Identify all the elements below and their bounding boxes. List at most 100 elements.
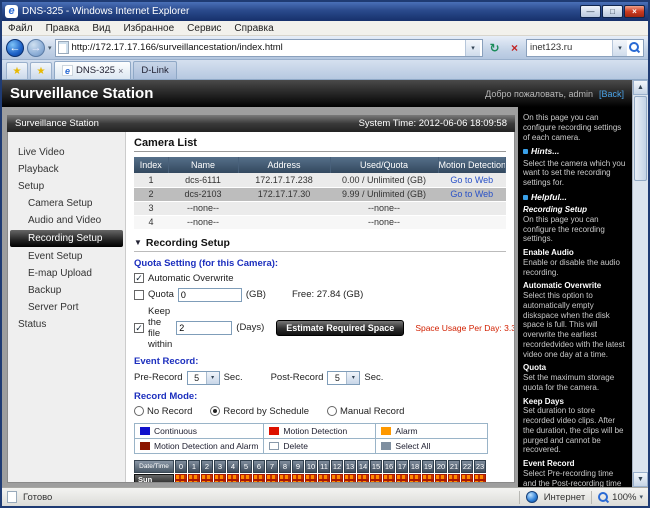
address-url[interactable]: http://172.17.17.166/surveillancestation… <box>72 42 462 53</box>
schedule-cell[interactable] <box>422 473 434 482</box>
schedule-cell[interactable] <box>266 473 278 482</box>
sidebar-item-live-video[interactable]: Live Video <box>10 144 123 161</box>
search-dropdown-icon[interactable]: ▾ <box>612 39 627 56</box>
search-input[interactable]: inet123.ru <box>530 42 610 53</box>
schedule-hour-header[interactable]: 9 <box>292 459 304 473</box>
schedule-cell[interactable] <box>383 473 395 482</box>
legend-item[interactable]: Motion Detection and Alarm <box>133 437 265 454</box>
keep-days-input[interactable] <box>176 320 233 335</box>
schedule-hour-header[interactable]: 14 <box>357 459 369 473</box>
schedule-cell[interactable] <box>409 473 421 482</box>
vertical-scrollbar[interactable]: ▲ ▼ <box>632 80 648 487</box>
quota-input[interactable] <box>177 287 242 302</box>
schedule-hour-header[interactable]: 10 <box>305 459 317 473</box>
schedule-hour-header[interactable]: 4 <box>227 459 239 473</box>
schedule-hour-header[interactable]: 23 <box>474 459 486 473</box>
zoom-dropdown-icon[interactable]: ▾ <box>639 493 643 501</box>
address-bar[interactable]: http://172.17.17.166/surveillancestation… <box>54 38 483 57</box>
back-button[interactable]: ← <box>6 38 24 57</box>
schedule-cell[interactable] <box>292 473 304 482</box>
schedule-cell[interactable] <box>279 473 291 482</box>
schedule-cell[interactable] <box>357 473 369 482</box>
history-dropdown-icon[interactable]: ▾ <box>48 44 52 52</box>
menu-item[interactable]: Сервис <box>187 23 221 34</box>
sidebar-item-camera-setup[interactable]: Camera Setup <box>10 195 123 212</box>
legend-item[interactable]: Delete <box>263 437 377 454</box>
schedule-cell[interactable] <box>461 473 473 482</box>
schedule-hour-header[interactable]: 15 <box>370 459 382 473</box>
sidebar-item-playback[interactable]: Playback <box>10 161 123 178</box>
record-mode-option[interactable]: No Record <box>134 406 192 417</box>
post-record-dropdown-icon[interactable]: ▾ <box>346 371 360 384</box>
schedule-cell[interactable] <box>214 473 226 482</box>
schedule-cell[interactable] <box>474 473 486 482</box>
schedule-cell[interactable] <box>175 473 187 482</box>
schedule-cell[interactable] <box>201 473 213 482</box>
schedule-hour-header[interactable]: 17 <box>396 459 408 473</box>
close-button[interactable]: × <box>624 5 645 18</box>
sidebar-item-audio-and-video[interactable]: Audio and Video <box>10 212 123 229</box>
schedule-cell[interactable] <box>448 473 460 482</box>
back-link[interactable]: [Back] <box>599 89 624 99</box>
schedule-hour-header[interactable]: 12 <box>331 459 343 473</box>
camera-row[interactable]: 4 --none-- --none-- <box>134 215 506 230</box>
schedule-grid[interactable]: Date/Time 0 1 2 3 4 5 6 7 8 9 10 11 12 13 14 15 16 17 18 19 2… <box>134 459 506 482</box>
schedule-hour-header[interactable]: 13 <box>344 459 356 473</box>
schedule-cell[interactable] <box>344 473 356 482</box>
quota-checkbox[interactable] <box>134 289 144 300</box>
schedule-hour-header[interactable]: 18 <box>409 459 421 473</box>
browser-tab[interactable]: e DNS-325 × <box>54 61 132 79</box>
schedule-hour-header[interactable]: 19 <box>422 459 434 473</box>
post-record-select[interactable]: 5 ▾ <box>327 370 361 385</box>
menu-item[interactable]: Файл <box>8 23 33 34</box>
add-favorite-icon[interactable]: ★ <box>30 62 52 79</box>
camera-row[interactable]: 1 dcs-6111 172.17.17.238 0.00 / Unlimited (… <box>134 173 506 188</box>
scroll-down-icon[interactable]: ▼ <box>633 472 648 487</box>
address-dropdown-icon[interactable]: ▾ <box>465 39 480 56</box>
schedule-day-label[interactable]: Sun <box>134 473 174 482</box>
schedule-hour-header[interactable]: 21 <box>448 459 460 473</box>
estimate-required-space-button[interactable]: Estimate Required Space <box>276 319 405 336</box>
sidebar-item-backup[interactable]: Backup <box>10 282 123 299</box>
schedule-cell[interactable] <box>331 473 343 482</box>
schedule-hour-header[interactable]: 5 <box>240 459 252 473</box>
schedule-cell[interactable] <box>253 473 265 482</box>
sidebar-item-e-map-upload[interactable]: E-map Upload <box>10 265 123 282</box>
schedule-hour-header[interactable]: 11 <box>318 459 330 473</box>
browser-tab[interactable]: D-Link <box>133 61 177 79</box>
schedule-cell[interactable] <box>305 473 317 482</box>
pre-record-select[interactable]: 5 ▾ <box>186 370 220 385</box>
schedule-hour-header[interactable]: 8 <box>279 459 291 473</box>
sidebar-item-recording-setup[interactable]: Recording Setup <box>10 230 123 247</box>
camera-row[interactable]: 2 dcs-2103 172.17.17.30 9.99 / Unlimited (G… <box>134 187 506 202</box>
tab-close-icon[interactable]: × <box>118 66 123 76</box>
legend-item[interactable]: Alarm <box>375 422 489 439</box>
scrollbar-thumb[interactable] <box>634 96 647 181</box>
schedule-cell[interactable] <box>188 473 200 482</box>
maximize-button[interactable]: □ <box>602 5 623 18</box>
keep-days-checkbox[interactable]: ✓ <box>134 322 144 333</box>
schedule-hour-header[interactable]: 2 <box>201 459 213 473</box>
schedule-hour-header[interactable]: 22 <box>461 459 473 473</box>
auto-overwrite-checkbox[interactable]: ✓ <box>134 273 144 283</box>
camera-row[interactable]: 3 --none-- --none-- <box>134 201 506 216</box>
schedule-hour-header[interactable]: 1 <box>188 459 200 473</box>
record-mode-option[interactable]: Record by Schedule <box>210 406 309 417</box>
menu-item[interactable]: Вид <box>92 23 110 34</box>
forward-button[interactable]: → <box>27 38 45 57</box>
scroll-up-icon[interactable]: ▲ <box>633 80 648 95</box>
schedule-hour-header[interactable]: 6 <box>253 459 265 473</box>
go-to-web-link[interactable]: Go to Web <box>450 189 493 199</box>
refresh-button[interactable]: ↻ <box>486 39 503 57</box>
schedule-hour-header[interactable]: 7 <box>266 459 278 473</box>
schedule-cell[interactable] <box>396 473 408 482</box>
legend-item[interactable]: Motion Detection <box>263 422 377 439</box>
menu-item[interactable]: Правка <box>46 23 80 34</box>
sidebar-item-event-setup[interactable]: Event Setup <box>10 248 123 265</box>
schedule-hour-header[interactable]: 3 <box>214 459 226 473</box>
minimize-button[interactable]: — <box>580 5 601 18</box>
schedule-cell[interactable] <box>227 473 239 482</box>
pre-record-dropdown-icon[interactable]: ▾ <box>205 371 219 384</box>
schedule-cell[interactable] <box>318 473 330 482</box>
search-box[interactable]: inet123.ru ▾ <box>526 38 644 57</box>
